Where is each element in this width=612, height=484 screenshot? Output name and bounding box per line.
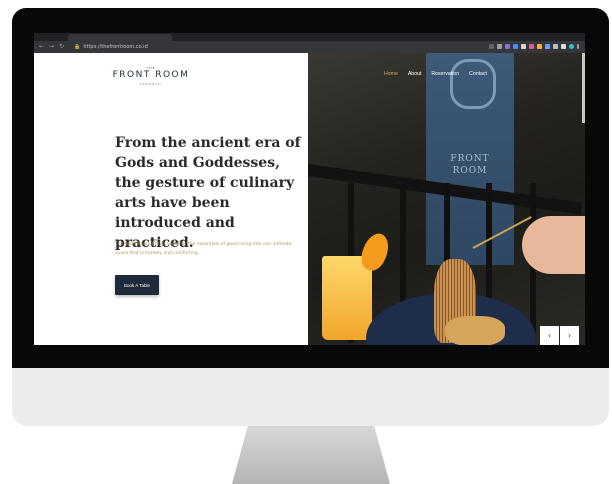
nav-about[interactable]: About [408,71,422,77]
url-text: https://thefrontroom.co.id [83,44,148,50]
profile-avatar[interactable] [569,44,574,49]
reload-icon[interactable]: ↻ [59,41,64,53]
fried-topping [445,316,505,345]
nav-home[interactable]: Home [384,71,398,77]
address-bar[interactable]: 🔒 https://thefrontroom.co.id [74,41,148,53]
browser-tab-strip [34,33,585,41]
nav-contact[interactable]: Contact [469,71,487,77]
hero-tagline: The Front Room brings together the essen… [115,242,292,256]
extension-icon[interactable] [545,44,550,49]
back-arrow-icon[interactable]: ← [39,41,44,53]
hero-text-panel: THE FRONT ROOM SENOPATI From the ancient… [34,53,308,345]
hero-headline: From the ancient era of Gods and Goddess… [115,135,301,251]
monitor-stand [232,426,390,484]
extension-icon[interactable] [505,44,510,49]
slider-next-button[interactable]: › [560,326,579,345]
extension-icon[interactable] [513,44,518,49]
slider-prev-button[interactable]: ‹ [540,326,559,345]
forward-arrow-icon[interactable]: → [49,41,54,53]
sign-emblem [450,59,496,109]
extension-icon[interactable] [553,44,558,49]
chevron-left-icon: ‹ [547,331,552,340]
browser-tab[interactable] [68,34,172,41]
chevron-right-icon: › [567,331,572,340]
bookmark-star-icon[interactable] [497,44,502,49]
sign-text: FRONT ROOM [450,154,490,176]
extension-icon[interactable] [489,44,494,49]
extension-icon[interactable] [529,44,534,49]
extension-icon[interactable] [521,44,526,49]
nav-reservation[interactable]: Reservation [431,71,459,77]
site-logo[interactable]: FRONT ROOM [34,70,268,80]
logo-sub: SENOPATI [139,82,163,86]
main-navigation: Home About Reservation Contact [384,71,487,77]
hero-photo: FRONT ROOM Home About Reservation Contac… [308,53,585,345]
extension-icon[interactable] [561,44,566,49]
extension-icon[interactable] [537,44,542,49]
extension-icons [489,44,579,49]
lock-icon: 🔒 [74,44,81,50]
menu-dots-icon[interactable] [577,44,579,49]
book-a-table-button[interactable]: Book A Table [115,275,159,295]
page-scrollbar[interactable] [582,53,585,123]
juice-glass [322,256,372,340]
website-viewport: THE FRONT ROOM SENOPATI From the ancient… [34,53,585,345]
browser-toolbar: ← → ↻ 🔒 https://thefrontroom.co.id [34,41,585,53]
monitor-chin [12,368,609,426]
hand [522,216,585,274]
